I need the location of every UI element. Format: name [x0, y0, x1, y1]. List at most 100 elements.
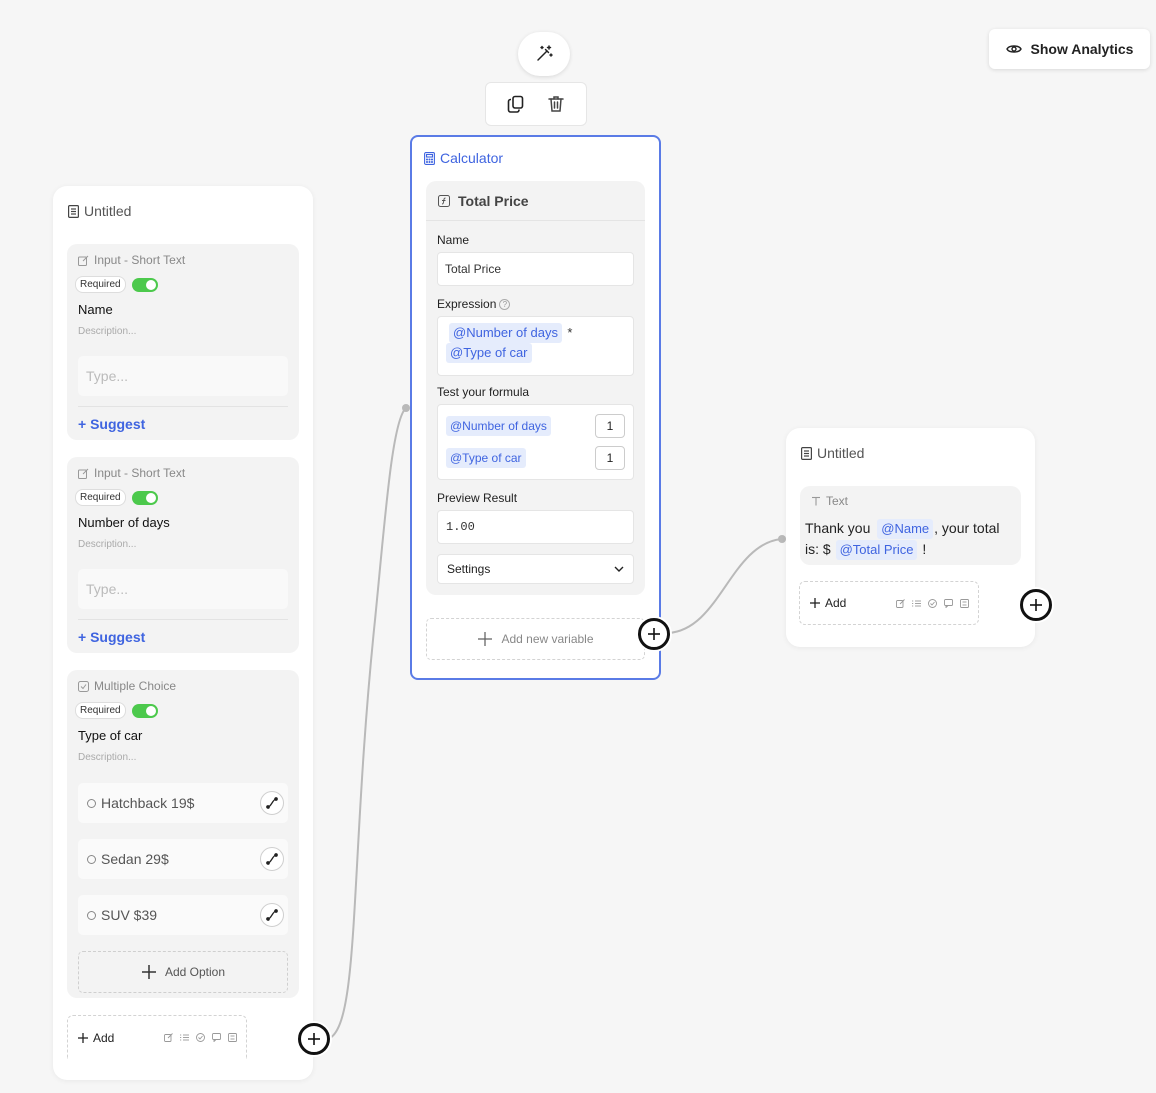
plus-icon	[78, 1032, 88, 1043]
calculator-mini-icon[interactable]	[960, 599, 969, 608]
short-text-icon[interactable]	[896, 599, 905, 608]
name-label: Name	[437, 233, 470, 247]
calculator-add-connection-button[interactable]	[638, 618, 670, 650]
variable-tag-total-price[interactable]: @Total Price	[835, 540, 918, 560]
text-node-title: Untitled	[801, 445, 864, 461]
connector-calculator-to-text	[667, 538, 782, 634]
document-icon	[801, 446, 812, 460]
choice-option[interactable]: Sedan 29$	[78, 839, 288, 879]
preview-result-label: Preview Result	[437, 491, 518, 505]
route-icon	[266, 909, 278, 921]
plus-icon	[648, 628, 660, 640]
list-icon[interactable]	[180, 1033, 189, 1042]
required-label: Required	[75, 702, 126, 719]
expression-label: Expression	[437, 297, 497, 311]
answer-input[interactable]	[78, 356, 288, 396]
test-value-input[interactable]: 1	[595, 446, 625, 470]
add-new-variable-button[interactable]: Add new variable	[426, 618, 645, 660]
suggest-button[interactable]: + Suggest	[78, 629, 145, 645]
route-button[interactable]	[260, 791, 284, 815]
add-option-button[interactable]: Add Option	[78, 951, 288, 993]
route-button[interactable]	[260, 903, 284, 927]
show-analytics-button[interactable]: Show Analytics	[989, 29, 1150, 69]
edit-icon	[78, 468, 89, 479]
edit-icon	[78, 255, 89, 266]
question-description[interactable]: Description...	[78, 326, 136, 337]
check-circle-icon[interactable]	[928, 599, 937, 608]
radio-icon	[87, 798, 96, 808]
required-row: Required	[75, 489, 158, 506]
route-icon	[266, 797, 278, 809]
trash-icon	[546, 94, 566, 114]
calculator-node-card[interactable]: Calculator Total Price Name Total Price …	[410, 135, 661, 680]
question-description[interactable]: Description...	[78, 752, 136, 763]
add-block-bar[interactable]: Add	[799, 581, 979, 625]
checkbox-icon	[78, 680, 89, 692]
copy-button[interactable]	[503, 91, 529, 117]
choice-option[interactable]: Hatchback 19$	[78, 783, 288, 823]
add-block-bar[interactable]: Add	[67, 1015, 247, 1059]
block-divider	[78, 406, 288, 407]
answer-input[interactable]	[78, 569, 288, 609]
route-icon	[266, 853, 278, 865]
message-icon[interactable]	[212, 1033, 221, 1042]
text-node-card[interactable]: Untitled Text Thank you @Name, your tota…	[786, 428, 1035, 647]
form-node-add-connection-button[interactable]	[298, 1023, 330, 1055]
text-type-icon	[811, 496, 821, 506]
document-icon	[68, 204, 79, 218]
required-toggle[interactable]	[131, 703, 158, 718]
calculator-mini-icon[interactable]	[228, 1033, 237, 1042]
required-toggle[interactable]	[131, 490, 158, 505]
question-label[interactable]: Number of days	[78, 515, 170, 530]
name-input[interactable]: Total Price	[437, 252, 634, 286]
text-content[interactable]: Thank you @Name, your total is: $ @Total…	[805, 518, 1017, 560]
preview-result-value: 1.00	[437, 510, 634, 544]
required-label: Required	[75, 489, 126, 506]
form-node-card[interactable]: Untitled Input - Short Text Required Nam…	[53, 186, 313, 1080]
test-variable-tag: @Number of days	[446, 416, 551, 436]
info-icon[interactable]: ?	[499, 299, 511, 311]
question-description[interactable]: Description...	[78, 539, 136, 550]
option-label: Sedan 29$	[101, 851, 169, 867]
suggest-button[interactable]: + Suggest	[78, 416, 145, 432]
option-label: Hatchback 19$	[101, 795, 195, 811]
delete-button[interactable]	[543, 91, 569, 117]
block-type-label: Input - Short Text	[78, 253, 185, 267]
short-text-icon[interactable]	[164, 1033, 173, 1042]
expression-editor[interactable]: @Number of days * @Type of car	[437, 316, 634, 376]
check-circle-icon[interactable]	[196, 1033, 205, 1042]
variable-block[interactable]: Total Price Name Total Price Expression?…	[426, 181, 645, 595]
variable-tag-name[interactable]: @Name	[877, 519, 934, 539]
route-button[interactable]	[260, 847, 284, 871]
copy-icon	[506, 94, 526, 114]
required-row: Required	[75, 702, 158, 719]
expression-variable-tag[interactable]: @Type of car	[446, 343, 532, 363]
add-option-label: Add Option	[164, 965, 226, 979]
text-node-add-connection-button[interactable]	[1020, 589, 1052, 621]
settings-dropdown[interactable]: Settings	[437, 554, 634, 584]
text-node-title-text: Untitled	[817, 445, 865, 461]
add-label: Add	[825, 596, 847, 610]
question-label[interactable]: Name	[78, 302, 113, 317]
option-label: SUV $39	[101, 907, 158, 923]
block-type-label: Text	[811, 494, 848, 508]
message-icon[interactable]	[944, 599, 953, 608]
expression-variable-tag[interactable]: @Number of days	[449, 323, 562, 343]
question-block-number-of-days[interactable]: Input - Short Text Required Number of da…	[67, 457, 299, 653]
question-block-name[interactable]: Input - Short Text Required Name Descrip…	[67, 244, 299, 440]
choice-option[interactable]: SUV $39	[78, 895, 288, 935]
variable-name: Total Price	[458, 192, 529, 209]
list-icon[interactable]	[912, 599, 921, 608]
required-toggle[interactable]	[131, 277, 158, 292]
magic-wand-icon	[534, 44, 554, 64]
text-block[interactable]: Text Thank you @Name, your total is: $ @…	[800, 486, 1021, 565]
variable-header[interactable]: Total Price	[426, 181, 645, 221]
question-label[interactable]: Type of car	[78, 728, 142, 743]
show-analytics-label: Show Analytics	[1030, 41, 1134, 57]
block-divider	[78, 619, 288, 620]
test-value-input[interactable]: 1	[595, 414, 625, 438]
magic-wand-button[interactable]	[518, 32, 570, 76]
question-block-type-of-car[interactable]: Multiple Choice Required Type of car Des…	[67, 670, 299, 998]
required-label: Required	[75, 276, 126, 293]
plus-icon	[810, 598, 820, 608]
